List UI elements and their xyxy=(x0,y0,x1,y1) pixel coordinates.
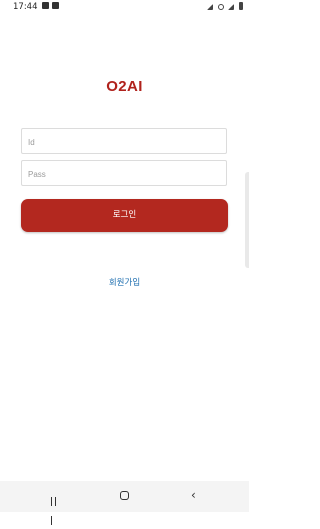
home-icon[interactable] xyxy=(120,491,129,500)
signal-icon xyxy=(228,4,235,10)
login-button[interactable]: 로그인 xyxy=(21,199,228,232)
image-icon xyxy=(42,2,49,9)
edge-panel-handle[interactable] xyxy=(245,172,249,268)
download-icon xyxy=(52,2,59,9)
wifi-icon xyxy=(207,4,214,10)
app-title: O2AI xyxy=(106,78,143,95)
status-right-icons xyxy=(205,2,243,12)
signup-link[interactable]: 회원가입 xyxy=(0,276,249,288)
back-icon[interactable]: ‹ xyxy=(191,488,196,502)
id-input[interactable]: Id xyxy=(21,128,227,154)
navigation-bar: ‹ xyxy=(0,481,249,525)
status-bar: 17:44 xyxy=(0,0,249,14)
password-input[interactable]: Pass xyxy=(21,160,227,186)
status-left-icons xyxy=(42,2,62,11)
recents-icon[interactable] xyxy=(51,491,61,525)
mute-icon xyxy=(217,4,224,10)
status-time: 17:44 xyxy=(13,2,38,12)
battery-icon xyxy=(239,2,243,10)
